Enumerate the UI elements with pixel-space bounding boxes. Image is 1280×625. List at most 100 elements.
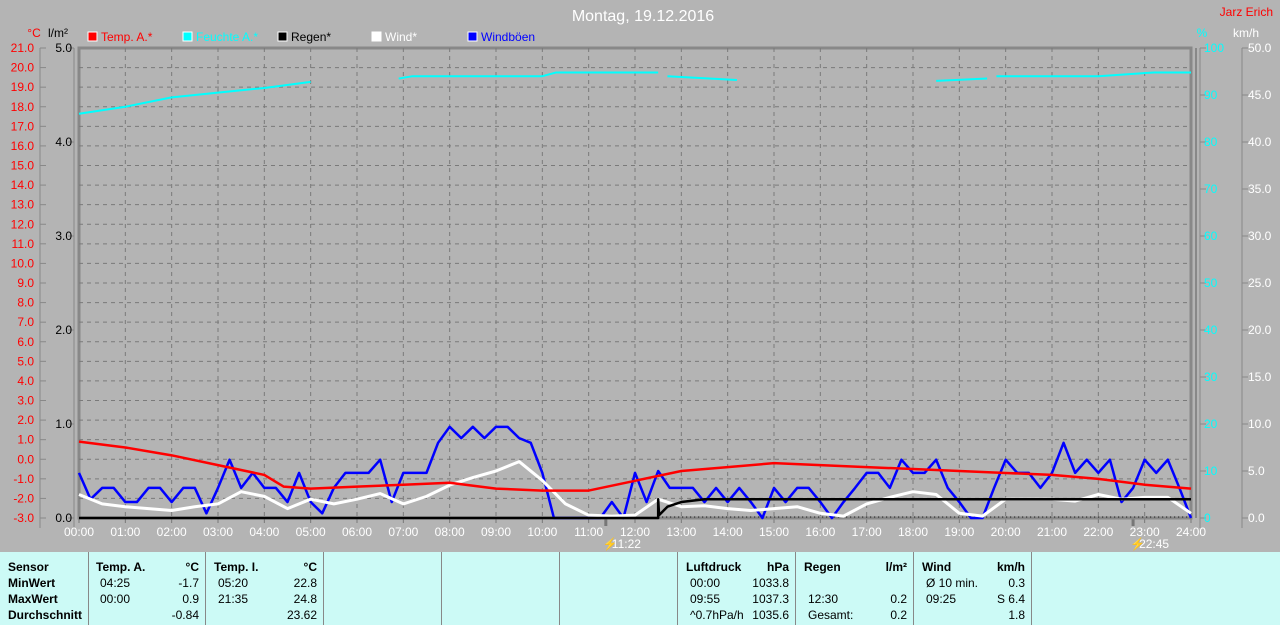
temp-tick-label: 21.0 <box>11 41 35 55</box>
x-tick-label: 14:00 <box>713 525 743 539</box>
wind-tick-label: 0.0 <box>1248 511 1265 525</box>
stats-column: Luftdruck hPa 00:00 09:55 ^0.7hPa/h 1033.8 103… <box>678 552 796 625</box>
stats-column <box>442 552 560 625</box>
x-tick-label: 13:00 <box>666 525 696 539</box>
stats-column: Temp. I. °C 05:20 21:35 22.8 24.8 23.62 <box>206 552 324 625</box>
humidity-tick-label: 60 <box>1204 229 1218 243</box>
humidity-series-line <box>78 80 311 115</box>
stats-column: Regen l/m² 12:30 Gesamt: 0.2 0.2 <box>796 552 914 625</box>
temp-tick-label: 13.0 <box>11 198 35 212</box>
x-tick-label: 24:00 <box>1176 525 1206 539</box>
temp-tick-label: 20.0 <box>11 61 35 75</box>
stats-cell: Luftdruck <box>686 560 742 574</box>
stats-cell: ^0.7hPa/h <box>690 608 744 622</box>
wind-tick-label: 10.0 <box>1248 417 1272 431</box>
legend-label: Wind* <box>385 30 417 44</box>
humidity-tick-label: 20 <box>1204 417 1218 431</box>
weather-chart: Montag, 19.12.2016 Jarz Erich °C21.0 20.0… <box>11 5 1273 551</box>
stats-cell: 0.2 <box>890 608 907 622</box>
stats-column: Temp. A. °C 04:25 00:00 -1.7 0.9 -0.84 <box>88 552 206 625</box>
stats-cell: 0.2 <box>890 592 907 606</box>
stats-cell: Temp. A. <box>96 560 146 574</box>
humidity-tick-label: 70 <box>1204 182 1218 196</box>
humidity-tick-label: 0 <box>1204 511 1211 525</box>
x-tick-label: 07:00 <box>388 525 418 539</box>
stats-column: Wind km/h Ø 10 min. 09:25 0.3 S 6.4 1.8 <box>914 552 1032 625</box>
wind-tick-label: 50.0 <box>1248 41 1272 55</box>
rain-tick-label: 5.0 <box>55 41 72 55</box>
stats-cell: 1035.6 <box>752 608 789 622</box>
x-tick-label: 03:00 <box>203 525 233 539</box>
stats-cell: MinWert <box>8 576 56 590</box>
temp-tick-label: 5.0 <box>17 354 34 368</box>
wind-tick-label: 15.0 <box>1248 370 1272 384</box>
temp-tick-label: 1.0 <box>17 433 34 447</box>
stats-cell: 04:25 <box>100 576 131 590</box>
legend-label: Feuchte A.* <box>196 30 258 44</box>
x-tick-label: 16:00 <box>805 525 835 539</box>
wind-axis-unit: km/h <box>1233 26 1259 40</box>
temp-tick-label: 12.0 <box>11 217 35 231</box>
wind-tick-label: 30.0 <box>1248 229 1272 243</box>
rain-tick-label: 2.0 <box>55 323 72 337</box>
stats-cell: -1.7 <box>178 576 199 590</box>
stats-cell: 0.3 <box>1008 576 1025 590</box>
legend-label: Temp. A.* <box>101 30 153 44</box>
stats-cell: °C <box>185 560 199 574</box>
stats-cell: °C <box>303 560 317 574</box>
event-time-label: 22:45 <box>1139 537 1169 551</box>
stats-cell: 09:25 <box>926 592 957 606</box>
legend-swatch <box>467 31 478 42</box>
rain-tick-label: 3.0 <box>55 229 72 243</box>
x-tick-label: 00:00 <box>64 525 94 539</box>
wind-tick-label: 40.0 <box>1248 135 1272 149</box>
stats-cell: km/h <box>996 560 1025 574</box>
humidity-tick-label: 30 <box>1204 370 1218 384</box>
stats-cell: 21:35 <box>218 592 249 606</box>
stats-cell: Wind <box>922 560 952 574</box>
legend-swatch <box>277 31 288 42</box>
stats-cell: 0.9 <box>182 592 199 606</box>
stats-column <box>324 552 442 625</box>
wind-tick-label: 45.0 <box>1248 88 1272 102</box>
humidity-series-line <box>398 71 659 80</box>
stats-cell: 00:00 <box>100 592 131 606</box>
event-time-label: 11:22 <box>612 537 641 551</box>
rain-tick-label: 0.0 <box>55 511 72 525</box>
humidity-series-line <box>936 77 988 82</box>
stats-cell: 1037.3 <box>752 592 789 606</box>
wind-tick-label: 20.0 <box>1248 323 1272 337</box>
x-tick-label: 10:00 <box>527 525 557 539</box>
legend-label: Windböen <box>481 30 535 44</box>
temp-tick-label: 17.0 <box>11 119 35 133</box>
temp-tick-label: 14.0 <box>11 178 35 192</box>
temp-tick-label: -3.0 <box>13 511 34 525</box>
stats-cell: 24.8 <box>293 592 317 606</box>
temp-tick-label: -2.0 <box>13 491 34 505</box>
x-tick-label: 04:00 <box>249 525 279 539</box>
stats-column <box>560 552 678 625</box>
humidity-tick-label: 40 <box>1204 323 1218 337</box>
x-tick-label: 06:00 <box>342 525 372 539</box>
temp-tick-label: 15.0 <box>11 159 35 173</box>
humidity-tick-label: 50 <box>1204 276 1218 290</box>
stats-panel: Sensor MinWert MaxWert Durchschnitt Temp. A.… <box>0 552 1280 625</box>
stats-cell: hPa <box>766 560 789 574</box>
humidity-series-line <box>667 75 737 81</box>
x-tick-label: 17:00 <box>852 525 882 539</box>
humidity-series-line <box>996 71 1191 78</box>
stats-cell: 1.8 <box>1008 608 1025 622</box>
x-tick-label: 20:00 <box>991 525 1021 539</box>
rain-tick-label: 1.0 <box>55 417 72 431</box>
temp-tick-label: 9.0 <box>17 276 34 290</box>
stats-cell: Regen <box>804 560 841 574</box>
stats-cell: Temp. I. <box>214 560 259 574</box>
temp-axis-unit: °C <box>27 26 41 40</box>
stats-cell: 09:55 <box>690 592 721 606</box>
x-tick-label: 09:00 <box>481 525 511 539</box>
x-tick-label: 21:00 <box>1037 525 1067 539</box>
wind-tick-label: 5.0 <box>1248 464 1265 478</box>
humidity-tick-label: 80 <box>1204 135 1218 149</box>
stats-cell: -0.84 <box>171 608 199 622</box>
stats-cell: Durchschnitt <box>8 608 83 622</box>
